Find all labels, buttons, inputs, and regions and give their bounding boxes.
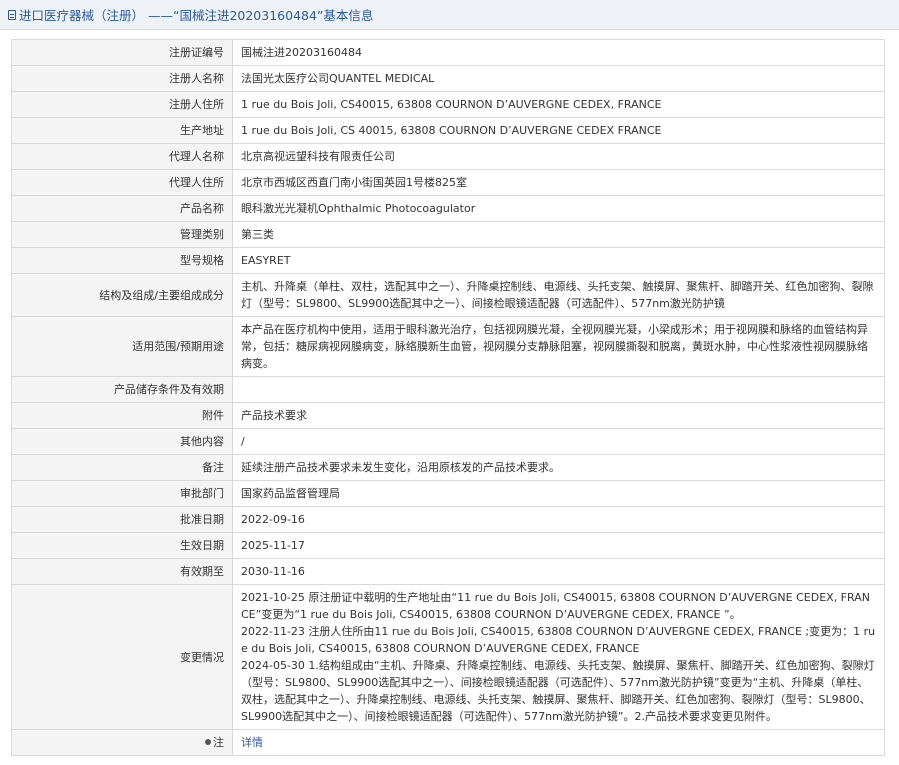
field-label: 结构及组成/主要组成成分 <box>11 273 233 317</box>
field-label: 注册人住所 <box>11 91 233 118</box>
change-entry: 2022-11-23 注册人住所由11 rue du Bois Joli, CS… <box>241 625 876 655</box>
field-value: 北京市西城区西直门南小街国英园1号楼825室 <box>232 169 885 196</box>
row-effective-date: 生效日期 2025-11-17 <box>11 532 885 559</box>
row-registrant-name: 注册人名称 法国光太医疗公司QUANTEL MEDICAL <box>11 65 885 92</box>
field-label: 批准日期 <box>11 506 233 533</box>
row-remarks: 备注 延续注册产品技术要求未发生变化，沿用原核发的产品技术要求。 <box>11 454 885 481</box>
field-value: 主机、升降桌（单柱、双柱，选配其中之一）、升降桌控制线、电源线、头托支架、触摸屏… <box>232 273 885 317</box>
row-model-spec: 型号规格 EASYRET <box>11 247 885 274</box>
field-value: 2022-09-16 <box>232 506 885 533</box>
detail-container: 注册证编号 国械注进20203160484 注册人名称 法国光太医疗公司QUAN… <box>0 30 899 756</box>
document-icon <box>8 9 16 20</box>
field-value: 延续注册产品技术要求未发生变化，沿用原核发的产品技术要求。 <box>232 454 885 481</box>
field-label: 审批部门 <box>11 480 233 507</box>
field-label: 管理类别 <box>11 221 233 248</box>
field-value: 法国光太医疗公司QUANTEL MEDICAL <box>232 65 885 92</box>
field-label: 适用范围/预期用途 <box>11 316 233 377</box>
field-value: 2030-11-16 <box>232 558 885 585</box>
row-production-address: 生产地址 1 rue du Bois Joli, CS 40015, 63808… <box>11 117 885 144</box>
field-value: 1 rue du Bois Joli, CS40015, 63808 COURN… <box>232 91 885 118</box>
field-label: 注册人名称 <box>11 65 233 92</box>
row-approval-department: 审批部门 国家药品监督管理局 <box>11 480 885 507</box>
field-value: 1 rue du Bois Joli, CS 40015, 63808 COUR… <box>232 117 885 144</box>
field-label: 代理人住所 <box>11 169 233 196</box>
field-label: 生效日期 <box>11 532 233 559</box>
field-value: / <box>232 428 885 455</box>
field-value: 2021-10-25 原注册证中载明的生产地址由“11 rue du Bois … <box>232 584 885 730</box>
row-storage-validity: 产品储存条件及有效期 <box>11 376 885 403</box>
field-label: 产品储存条件及有效期 <box>11 376 233 403</box>
page-title-bar: 进口医疗器械（注册） ——“国械注进20203160484”基本信息 <box>0 0 899 30</box>
row-registrant-address: 注册人住所 1 rue du Bois Joli, CS40015, 63808… <box>11 91 885 118</box>
row-agent-address: 代理人住所 北京市西城区西直门南小街国英园1号楼825室 <box>11 169 885 196</box>
field-value: EASYRET <box>232 247 885 274</box>
row-management-category: 管理类别 第三类 <box>11 221 885 248</box>
row-expiry-date: 有效期至 2030-11-16 <box>11 558 885 585</box>
field-value: 详情 <box>232 729 885 756</box>
details-link[interactable]: 详情 <box>241 736 263 749</box>
field-value: 国械注进20203160484 <box>232 39 885 66</box>
field-label: 生产地址 <box>11 117 233 144</box>
row-agent-name: 代理人名称 北京高视远望科技有限责任公司 <box>11 143 885 170</box>
change-entry: 2024-05-30 1.结构组成由“主机、升降桌、升降桌控制线、电源线、头托支… <box>241 659 875 723</box>
row-registration-number: 注册证编号 国械注进20203160484 <box>11 39 885 66</box>
field-value: 2025-11-17 <box>232 532 885 559</box>
row-other-content: 其他内容 / <box>11 428 885 455</box>
field-label: 附件 <box>11 402 233 429</box>
note-label: 注 <box>213 736 224 749</box>
field-label: 其他内容 <box>11 428 233 455</box>
field-label: 产品名称 <box>11 195 233 222</box>
field-label: 备注 <box>11 454 233 481</box>
row-structure-composition: 结构及组成/主要组成成分 主机、升降桌（单柱、双柱，选配其中之一）、升降桌控制线… <box>11 273 885 317</box>
change-entry: 2021-10-25 原注册证中载明的生产地址由“11 rue du Bois … <box>241 591 870 621</box>
field-value: 本产品在医疗机构中使用，适用于眼科激光治疗，包括视网膜光凝，全视网膜光凝，小梁成… <box>232 316 885 377</box>
field-value: 眼科激光光凝机Ophthalmic Photocoagulator <box>232 195 885 222</box>
field-label: 注册证编号 <box>11 39 233 66</box>
field-label: 有效期至 <box>11 558 233 585</box>
field-value: 第三类 <box>232 221 885 248</box>
field-value: 北京高视远望科技有限责任公司 <box>232 143 885 170</box>
pin-icon <box>205 739 211 745</box>
field-value: 产品技术要求 <box>232 402 885 429</box>
row-product-name: 产品名称 眼科激光光凝机Ophthalmic Photocoagulator <box>11 195 885 222</box>
field-value <box>232 376 885 403</box>
field-label: 变更情况 <box>11 584 233 730</box>
row-approval-date: 批准日期 2022-09-16 <box>11 506 885 533</box>
detail-table: 注册证编号 国械注进20203160484 注册人名称 法国光太医疗公司QUAN… <box>11 39 885 756</box>
row-attachment: 附件 产品技术要求 <box>11 402 885 429</box>
row-intended-use: 适用范围/预期用途 本产品在医疗机构中使用，适用于眼科激光治疗，包括视网膜光凝，… <box>11 316 885 377</box>
field-label: 代理人名称 <box>11 143 233 170</box>
page-title: 进口医疗器械（注册） ——“国械注进20203160484”基本信息 <box>19 8 374 23</box>
field-label: 型号规格 <box>11 247 233 274</box>
field-label: 注 <box>11 729 233 756</box>
field-value: 国家药品监督管理局 <box>232 480 885 507</box>
row-change-history: 变更情况 2021-10-25 原注册证中载明的生产地址由“11 rue du … <box>11 584 885 730</box>
row-note: 注 详情 <box>11 729 885 756</box>
